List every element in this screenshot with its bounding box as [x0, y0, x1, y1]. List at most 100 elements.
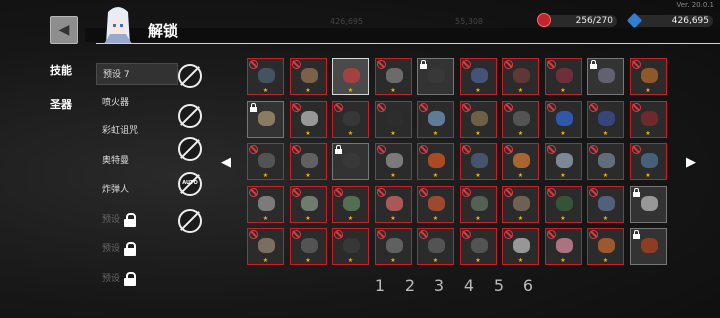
- relic-slot[interactable]: ★: [332, 228, 369, 265]
- hand-disable-icon[interactable]: [178, 104, 202, 128]
- next-page-arrow[interactable]: ▶: [686, 155, 696, 170]
- column-number: 6: [522, 276, 534, 295]
- relic-slot[interactable]: ★: [289, 100, 327, 138]
- banned-icon: [334, 187, 343, 197]
- preset-item[interactable]: 喷火器: [96, 92, 178, 114]
- banned-icon: [249, 60, 258, 69]
- tab-skills[interactable]: 技能: [50, 62, 72, 78]
- relic-slot[interactable]: ★: [459, 100, 497, 138]
- relic-slot[interactable]: ★: [544, 100, 582, 138]
- cycle-disable-icon[interactable]: [178, 209, 202, 233]
- relic-slot[interactable]: [332, 143, 369, 180]
- relic-slot[interactable]: ★: [502, 58, 539, 95]
- lock-icon: [124, 272, 136, 286]
- relic-item-icon: [598, 195, 615, 211]
- gem-count-value: 426,695: [671, 16, 709, 26]
- relic-slot[interactable]: ★: [629, 143, 667, 180]
- star-icon: ★: [262, 257, 269, 264]
- preset-item-locked[interactable]: 预设: [96, 268, 178, 290]
- relic-item-icon: [640, 238, 658, 253]
- relic-slot[interactable]: ★: [247, 143, 284, 180]
- relic-slot[interactable]: ★: [544, 143, 582, 180]
- relic-slot[interactable]: ★: [289, 228, 327, 265]
- star-icon: ★: [475, 172, 481, 179]
- relic-slot[interactable]: ★: [417, 100, 454, 138]
- gem-counter: 426,695: [626, 12, 713, 29]
- relic-item-icon: [598, 153, 615, 168]
- relic-slot[interactable]: ★: [417, 143, 454, 180]
- relic-item-icon: [470, 153, 488, 168]
- relic-slot[interactable]: ★: [417, 185, 454, 223]
- ring-disable-icon[interactable]: [178, 137, 202, 161]
- banned-icon: [461, 230, 471, 239]
- preset-item[interactable]: 奥特曼: [96, 150, 178, 172]
- relic-slot[interactable]: ★: [332, 58, 369, 95]
- star-icon: ★: [645, 129, 651, 137]
- relic-slot[interactable]: ★: [289, 143, 327, 180]
- relic-item-icon: [385, 153, 403, 168]
- relic-slot[interactable]: ★: [544, 58, 582, 95]
- relic-slot[interactable]: ★: [502, 100, 539, 138]
- relic-slot[interactable]: [587, 58, 624, 95]
- star-icon: ★: [347, 214, 354, 222]
- relic-slot[interactable]: ★: [587, 185, 624, 223]
- relic-item-icon: [513, 153, 530, 168]
- relic-slot[interactable]: ★: [459, 143, 497, 180]
- relic-slot[interactable]: ★: [247, 58, 284, 95]
- preset-item[interactable]: 炸弹人: [96, 179, 178, 201]
- preset-item[interactable]: 彩虹诅咒: [96, 120, 178, 142]
- relic-slot[interactable]: ★: [374, 185, 412, 223]
- relic-slot[interactable]: ★: [374, 100, 412, 138]
- relic-slot[interactable]: [417, 58, 454, 95]
- faint-background-value-2: 55,308: [455, 17, 483, 26]
- preset-item[interactable]: 预设 7: [96, 63, 178, 85]
- relic-item-icon: [258, 153, 275, 168]
- relic-slot[interactable]: ★: [587, 228, 624, 265]
- relic-slot[interactable]: ★: [502, 228, 539, 265]
- banned-icon: [504, 60, 513, 69]
- relic-item-icon: [258, 68, 275, 83]
- relic-item-icon: [428, 195, 445, 211]
- relic-slot[interactable]: [629, 185, 667, 223]
- relic-slot[interactable]: ★: [629, 100, 667, 138]
- search-disable-icon[interactable]: [178, 64, 202, 88]
- star-icon: ★: [262, 87, 269, 94]
- star-icon: ★: [517, 214, 524, 222]
- star-icon: ★: [262, 214, 269, 222]
- banned-icon: [376, 145, 386, 154]
- relic-slot[interactable]: [247, 100, 284, 138]
- preset-item-locked[interactable]: 预设: [96, 238, 178, 260]
- relic-slot[interactable]: ★: [502, 143, 539, 180]
- relic-slot[interactable]: ★: [289, 185, 327, 223]
- relic-slot[interactable]: ★: [544, 185, 582, 223]
- relic-slot[interactable]: ★: [332, 185, 369, 223]
- star-icon: ★: [432, 129, 439, 137]
- relic-slot[interactable]: ★: [332, 100, 369, 138]
- relic-slot[interactable]: ★: [247, 228, 284, 265]
- relic-slot[interactable]: ★: [587, 100, 624, 138]
- relic-slot[interactable]: ★: [374, 228, 412, 265]
- star-icon: ★: [432, 257, 439, 264]
- relic-slot[interactable]: ★: [417, 228, 454, 265]
- relic-slot[interactable]: ★: [374, 143, 412, 180]
- relic-slot[interactable]: ★: [459, 58, 497, 95]
- star-icon: ★: [517, 257, 524, 264]
- relic-slot[interactable]: ★: [289, 58, 327, 95]
- relic-slot[interactable]: ★: [459, 228, 497, 265]
- relic-slot[interactable]: ★: [374, 58, 412, 95]
- tab-relics[interactable]: 圣器: [50, 96, 72, 112]
- relic-slot[interactable]: ★: [247, 185, 284, 223]
- relic-slot[interactable]: ★: [629, 58, 667, 95]
- relic-slot[interactable]: ★: [587, 143, 624, 180]
- relic-slot[interactable]: [629, 228, 667, 265]
- banned-icon: [291, 187, 301, 197]
- auto-disable-icon[interactable]: AUTO: [178, 172, 202, 196]
- relic-slot[interactable]: ★: [459, 185, 497, 223]
- lock-icon: [124, 213, 136, 227]
- preset-label: 预设 7: [103, 70, 130, 80]
- prev-page-arrow[interactable]: ◀: [221, 155, 231, 170]
- relic-slot[interactable]: ★: [544, 228, 582, 265]
- relic-slot[interactable]: ★: [502, 185, 539, 223]
- preset-item-locked[interactable]: 预设: [96, 209, 178, 231]
- back-button[interactable]: ◀: [50, 16, 78, 44]
